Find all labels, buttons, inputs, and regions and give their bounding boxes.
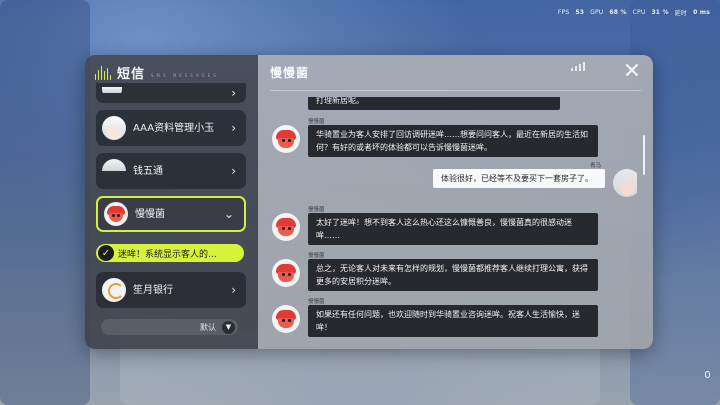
message-bubble: 体验很好，已经等不及要买下一套房子了。	[433, 169, 605, 188]
contact-list: › AAA资料管理小玉 › 钱五通 › 慢慢菌 ⌄	[96, 83, 246, 239]
bank-icon	[102, 278, 126, 302]
contact-name: 慢慢菌	[135, 209, 165, 220]
chevron-right-icon: ›	[231, 121, 236, 135]
message-right: 青马 体验很好，已经等不及要买下一套房子了。	[433, 163, 637, 197]
message-left: 慢慢菌 华骑置业为客人安排了回访调研迷哞……想要问问客人，最近在新居的生活如何？…	[272, 119, 598, 157]
contact-item[interactable]: 笙月银行 ›	[96, 272, 246, 308]
notice-text: 迷哞！系统显示客人的…	[118, 249, 218, 260]
sender-name: 慢慢菌	[308, 119, 325, 125]
chevron-right-icon: ›	[231, 283, 236, 297]
contact-sidebar: 短信 SMS MESSAGES › AAA资料管理小玉 › 钱五通 › 慢慢菌 …	[85, 55, 258, 349]
avatar-icon	[104, 202, 128, 226]
cpu-label: CPU	[632, 9, 646, 16]
message-left: 打理新居呢。	[272, 97, 560, 119]
cpu-value: 31 %	[651, 9, 669, 16]
contact-name: 笙月银行	[133, 285, 173, 296]
microphone-icon[interactable]	[702, 371, 712, 393]
contact-name: 钱五通	[133, 166, 163, 177]
filter-label: 默认	[200, 322, 216, 332]
fps-label: FPS	[557, 9, 570, 16]
contact-list-bottom: 笙月银行 ›	[96, 272, 246, 315]
chevron-right-icon: ›	[231, 86, 236, 100]
message-left: 慢慢菌 太好了迷哞！想不到客人这么热心还这么慷慨善良，慢慢菌真的很感动迷哞……	[272, 207, 598, 245]
close-icon[interactable]: ✕	[619, 60, 645, 86]
scrollbar[interactable]	[643, 135, 645, 175]
check-icon: ✓	[98, 245, 114, 261]
message-bubble: 如果还有任何问题，也欢迎随时到华骑置业咨询迷哞。祝客人生活愉快，迷哞！	[308, 305, 598, 337]
chat-title: 慢慢菌	[270, 66, 310, 80]
message-left: 慢慢菌 如果还有任何问题，也欢迎随时到华骑置业咨询迷哞。祝客人生活愉快，迷哞！	[272, 299, 598, 337]
avatar-icon	[102, 87, 122, 99]
sound-wave-icon	[95, 65, 112, 80]
chat-panel: 慢慢菌 ✕ 打理新居呢。 慢慢菌 华骑置业为客人安排了回访调研迷哞……想要问问客…	[258, 55, 653, 349]
sender-name: 青马	[589, 163, 601, 169]
signal-icon	[571, 62, 585, 71]
gpu-value: 68 %	[609, 9, 627, 16]
filter-dropdown[interactable]: 默认 ▼	[101, 319, 238, 335]
chevron-down-icon: ⌄	[223, 207, 234, 221]
avatar-icon	[272, 125, 300, 153]
gpu-label: GPU	[590, 9, 604, 16]
contact-item[interactable]: 钱五通 ›	[96, 153, 246, 189]
divider	[270, 90, 641, 91]
avatar-icon	[613, 169, 637, 197]
fps-value: 53	[575, 9, 585, 16]
sender-name: 慢慢菌	[308, 299, 325, 305]
app-title: 短信	[117, 67, 146, 82]
sender-name: 慢慢菌	[308, 253, 325, 259]
message-left: 慢慢菌 总之，无论客人对未来有怎样的规划，慢慢菌都推荐客人继续打理公寓，获得更多…	[272, 253, 598, 291]
sender-name: 慢慢菌	[308, 207, 325, 213]
avatar-icon	[102, 159, 126, 183]
app-subtitle: SMS MESSAGES	[151, 73, 219, 78]
avatar-icon	[272, 259, 300, 287]
contact-item[interactable]: AAA资料管理小玉 ›	[96, 110, 246, 146]
message-bubble: 打理新居呢。	[308, 97, 560, 110]
message-bubble: 总之，无论客人对未来有怎样的规划，慢慢菌都推荐客人继续打理公寓，获得更多的安居积…	[308, 259, 598, 291]
contact-item-active[interactable]: 慢慢菌 ⌄	[96, 196, 246, 232]
message-list: 打理新居呢。 慢慢菌 华骑置业为客人安排了回访调研迷哞……想要问问客人，最近在新…	[272, 97, 637, 345]
latency-label: 延时	[674, 10, 688, 17]
chevron-right-icon: ›	[231, 164, 236, 178]
contact-item[interactable]: ›	[96, 83, 246, 103]
filter-icon: ▼	[222, 320, 235, 334]
notice-banner[interactable]: ✓ 迷哞！系统显示客人的…	[96, 244, 244, 262]
avatar-icon	[272, 213, 300, 241]
performance-hud: FPS 53 GPU 68 % CPU 31 % 延时 0 ms	[558, 8, 710, 17]
app-header: 短信 SMS MESSAGES	[95, 63, 219, 82]
contact-name: AAA资料管理小玉	[133, 123, 215, 134]
latency-value: 0 ms	[693, 9, 710, 16]
sms-window: 短信 SMS MESSAGES › AAA资料管理小玉 › 钱五通 › 慢慢菌 …	[85, 55, 653, 349]
avatar-icon	[102, 116, 126, 140]
message-bubble: 华骑置业为客人安排了回访调研迷哞……想要问问客人，最近在新居的生活如何？有好的或…	[308, 125, 598, 157]
avatar-icon	[272, 305, 300, 333]
message-bubble: 太好了迷哞！想不到客人这么热心还这么慷慨善良，慢慢菌真的很感动迷哞……	[308, 213, 598, 245]
